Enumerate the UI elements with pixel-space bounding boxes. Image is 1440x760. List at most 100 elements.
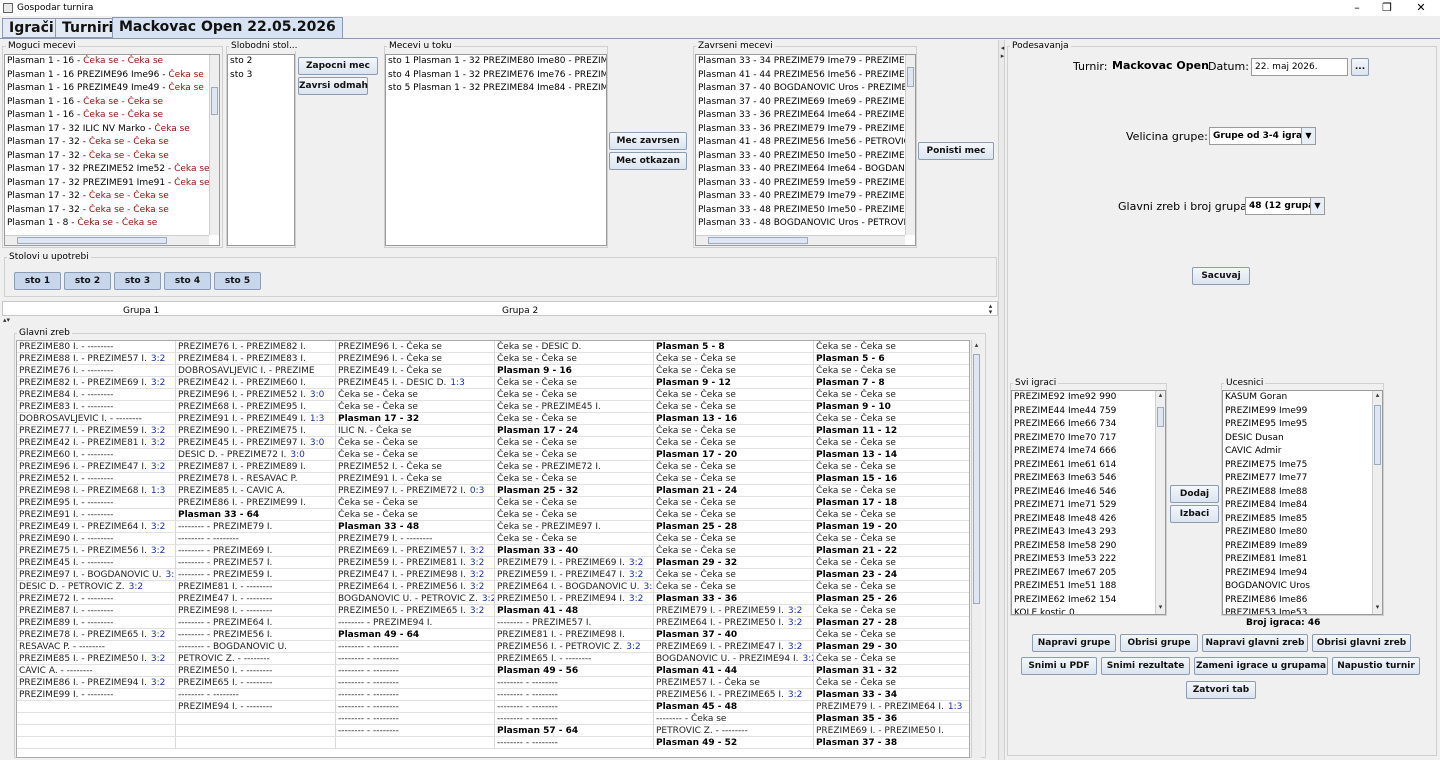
sacuvaj-button[interactable]: Sacuvaj: [1192, 267, 1250, 285]
draw-cell[interactable]: PREZIME50 I. - --------: [176, 665, 336, 677]
utoku-item[interactable]: sto 5 Plasman 1 - 32 PREZIME84 Ime84 - P…: [386, 82, 606, 96]
draw-cell[interactable]: PREZIME69 I. - PREZIME57 I. 3:2: [336, 545, 495, 557]
draw-cell[interactable]: Plasman 7 - 8: [814, 377, 969, 389]
draw-cell[interactable]: PREZIME69 I. - PREZIME50 I.: [814, 725, 969, 737]
draw-cell[interactable]: Plasman 17 - 24: [495, 425, 654, 437]
draw-cell[interactable]: Čeka se - Čeka se: [814, 461, 969, 473]
draw-cell[interactable]: Čeka se - Čeka se: [336, 449, 495, 461]
draw-cell[interactable]: PREZIME97 I. - BOGDANOVIC U.3:2: [17, 569, 176, 581]
draw-cell[interactable]: Čeka se - Čeka se: [654, 389, 814, 401]
ucesnik-item[interactable]: PREZIME81 Ime81: [1223, 553, 1382, 567]
draw-cell[interactable]: PREZIME72 I. - --------: [17, 593, 176, 605]
draw-cell[interactable]: PREZIME89 I. - --------: [17, 617, 176, 629]
draw-cell[interactable]: Plasman 33 - 36: [654, 593, 814, 605]
sto-3-button[interactable]: sto 3: [114, 272, 161, 290]
maximize-button[interactable]: ❐: [1372, 0, 1402, 16]
draw-cell[interactable]: Čeka se - Čeka se: [495, 377, 654, 389]
draw-cell[interactable]: -------- - PREZIME94 I.: [336, 617, 495, 629]
draw-cell[interactable]: Čeka se - Čeka se: [495, 389, 654, 401]
draw-cell[interactable]: Čeka se - Čeka se: [654, 533, 814, 545]
draw-cell[interactable]: PREZIME79 I. - PREZIME69 I. 3:2: [495, 557, 654, 569]
glavni-vscroll[interactable]: ▴: [971, 340, 981, 758]
draw-cell[interactable]: Čeka se - Čeka se: [654, 437, 814, 449]
draw-cell[interactable]: BOGDANOVIC U. - PREZIME94 I.3:2: [654, 653, 814, 665]
sto-4-button[interactable]: sto 4: [164, 272, 211, 290]
draw-cell[interactable]: [17, 701, 176, 713]
draw-cell[interactable]: DOBROSAVLJEVIC I. - --------: [17, 413, 176, 425]
svi-igrac-item[interactable]: PREZIME43 Ime43 293: [1012, 526, 1165, 540]
draw-cell[interactable]: [176, 725, 336, 737]
draw-cell[interactable]: PREZIME64 I. - PREZIME56 I. 3:2: [336, 581, 495, 593]
moguci-item[interactable]: Plasman 1 - 16 PREZIME96 Ime96 - Čeka se: [5, 69, 219, 83]
tab-turniri[interactable]: Turniri: [55, 18, 121, 38]
draw-cell[interactable]: Čeka se - Čeka se: [814, 533, 969, 545]
draw-cell[interactable]: -------- - --------: [336, 677, 495, 689]
draw-cell[interactable]: Plasman 49 - 52: [654, 737, 814, 749]
draw-cell[interactable]: -------- - --------: [336, 689, 495, 701]
draw-cell[interactable]: PREZIME52 I. - --------: [17, 473, 176, 485]
draw-cell[interactable]: Čeka se - Čeka se: [654, 365, 814, 377]
draw-cell[interactable]: Čeka se - Čeka se: [495, 497, 654, 509]
draw-cell[interactable]: PREZIME96 I. - Čeka se: [336, 353, 495, 365]
mec-otkazan-button[interactable]: Mec otkazan: [609, 152, 687, 170]
draw-cell[interactable]: Čeka se - Čeka se: [495, 533, 654, 545]
draw-cell[interactable]: Plasman 21 - 22: [814, 545, 969, 557]
moguci-item[interactable]: Plasman 17 - 32 - Čeka se - Čeka se: [5, 204, 219, 218]
zreb-select[interactable]: 48 (12 grupa) ▼: [1245, 197, 1325, 215]
ucesnik-item[interactable]: CAVIC Admir: [1223, 445, 1382, 459]
draw-cell[interactable]: Čeka se - Čeka se: [654, 401, 814, 413]
draw-cell[interactable]: -------- - --------: [495, 701, 654, 713]
datum-field[interactable]: 22. maj 2026.: [1251, 58, 1348, 76]
svi-vscroll[interactable]: ▴ ▾: [1155, 391, 1165, 614]
ucesnik-item[interactable]: BOGDANOVIC Uros: [1223, 580, 1382, 594]
draw-cell[interactable]: -------- - --------: [336, 725, 495, 737]
draw-cell[interactable]: Čeka se - Čeka se: [336, 497, 495, 509]
draw-cell[interactable]: Čeka se - Čeka se: [336, 389, 495, 401]
draw-cell[interactable]: PREZIME87 I. - PREZIME89 I.: [176, 461, 336, 473]
draw-cell[interactable]: Plasman 21 - 24: [654, 485, 814, 497]
velicina-select[interactable]: Grupe od 3-4 igraca ▼: [1209, 127, 1316, 145]
draw-cell[interactable]: Čeka se - Čeka se: [654, 581, 814, 593]
draw-cell[interactable]: Čeka se - Čeka se: [814, 389, 969, 401]
ponisti-mec-button[interactable]: Ponisti mec: [918, 142, 994, 160]
draw-cell[interactable]: PREZIME84 I. - --------: [17, 389, 176, 401]
draw-cell[interactable]: PREZIME56 I. - PETROVIC Z. 3:2: [495, 641, 654, 653]
draw-cell[interactable]: PREZIME75 I. - PREZIME56 I. 3:2: [17, 545, 176, 557]
moguci-hscroll[interactable]: [5, 235, 209, 245]
draw-cell[interactable]: Čeka se - Čeka se: [654, 509, 814, 521]
draw-cell[interactable]: Čeka se - Čeka se: [814, 485, 969, 497]
draw-cell[interactable]: PREZIME78 I. - RESAVAC P.: [176, 473, 336, 485]
ucesnik-item[interactable]: KASUM Goran: [1223, 391, 1382, 405]
utoku-item[interactable]: sto 4 Plasman 1 - 32 PREZIME76 Ime76 - P…: [386, 69, 606, 83]
draw-cell[interactable]: Plasman 23 - 24: [814, 569, 969, 581]
draw-cell[interactable]: Plasman 17 - 20: [654, 449, 814, 461]
zavrseni-hscroll[interactable]: [696, 235, 905, 245]
svi-igrac-item[interactable]: PREZIME70 Ime70 717: [1012, 432, 1165, 446]
draw-cell[interactable]: -------- - PREZIME64 I.: [176, 617, 336, 629]
draw-cell[interactable]: PREZIME60 I. - --------: [17, 449, 176, 461]
draw-cell[interactable]: Čeka se - Čeka se: [495, 449, 654, 461]
draw-cell[interactable]: PREZIME42 I. - PREZIME81 I. 3:2: [17, 437, 176, 449]
draw-cell[interactable]: PREZIME45 I. - DESIC D. 1:3: [336, 377, 495, 389]
snimi-pdf-button[interactable]: Snimi u PDF: [1021, 657, 1097, 675]
draw-cell[interactable]: PREZIME85 I. - CAVIC A.: [176, 485, 336, 497]
draw-cell[interactable]: DESIC D. - PREZIME72 I. 3:0: [176, 449, 336, 461]
draw-cell[interactable]: Plasman 41 - 48: [495, 605, 654, 617]
draw-cell[interactable]: Čeka se - Čeka se: [814, 605, 969, 617]
draw-cell[interactable]: Plasman 13 - 16: [654, 413, 814, 425]
draw-cell[interactable]: -------- - --------: [176, 689, 336, 701]
draw-cell[interactable]: Čeka se - Čeka se: [814, 629, 969, 641]
draw-cell[interactable]: Plasman 33 - 40: [495, 545, 654, 557]
draw-cell[interactable]: Plasman 31 - 32: [814, 665, 969, 677]
draw-cell[interactable]: PREZIME98 I. - PREZIME68 I. 1:3: [17, 485, 176, 497]
draw-cell[interactable]: Čeka se - Čeka se: [336, 401, 495, 413]
zavrseni-vscroll[interactable]: [905, 55, 915, 235]
draw-cell[interactable]: PREZIME86 I. - PREZIME99 I.: [176, 497, 336, 509]
draw-cell[interactable]: PETROVIC Z. - --------: [176, 653, 336, 665]
zavrseni-item[interactable]: Plasman 33 - 36 PREZIME79 Ime79 - PREZIM…: [696, 123, 915, 137]
draw-cell[interactable]: -------- - BOGDANOVIC U.: [176, 641, 336, 653]
zavrseni-item[interactable]: Plasman 33 - 40 PREZIME79 Ime79 - PREZIM…: [696, 190, 915, 204]
draw-cell[interactable]: Plasman 35 - 36: [814, 713, 969, 725]
draw-cell[interactable]: -------- - --------: [336, 713, 495, 725]
draw-cell[interactable]: PREZIME78 I. - PREZIME65 I. 3:2: [17, 629, 176, 641]
